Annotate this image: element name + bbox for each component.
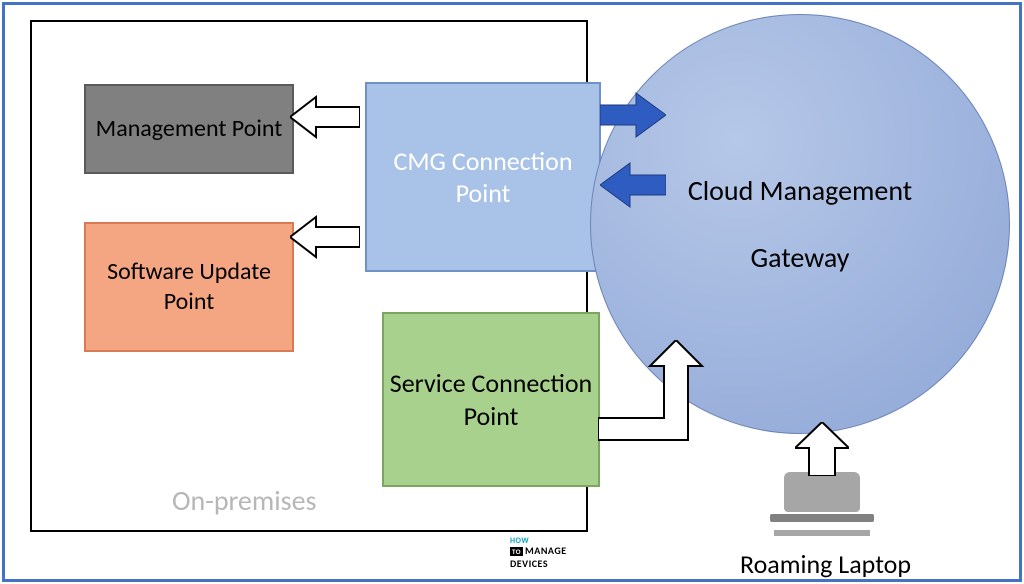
cmg-connection-point-label: CMG Connection Point	[367, 145, 599, 210]
arrow-cmg-to-softwareupdate	[290, 215, 360, 259]
arrow-service-to-cloud	[598, 340, 718, 460]
software-update-point-node: Software Update Point	[84, 222, 294, 352]
watermark-manage: MANAGE	[525, 544, 567, 557]
on-premises-label: On-premises	[172, 483, 316, 518]
arrow-cloud-to-cmg	[600, 160, 666, 210]
watermark-to: TO	[510, 547, 523, 556]
roaming-laptop-label: Roaming Laptop	[740, 548, 911, 580]
arrow-laptop-to-cloud	[795, 422, 849, 476]
cloud-label-line1: Cloud Management	[688, 173, 912, 208]
management-point-label: Management Point	[96, 114, 283, 144]
arrow-cmg-to-management	[290, 95, 360, 139]
watermark-devices: DEVICES	[510, 557, 548, 570]
software-update-point-label: Software Update Point	[86, 257, 292, 317]
service-connection-point-label: Service Connection Point	[384, 367, 598, 432]
service-connection-point-node: Service Connection Point	[382, 312, 600, 487]
cloud-label-line2: Gateway	[751, 240, 850, 275]
management-point-node: Management Point	[84, 84, 294, 174]
cmg-connection-point-node: CMG Connection Point	[365, 82, 601, 272]
watermark: HOW TOMANAGE DEVICES	[510, 538, 567, 570]
arrow-cmg-to-cloud	[600, 90, 666, 140]
laptop-icon	[770, 472, 874, 534]
